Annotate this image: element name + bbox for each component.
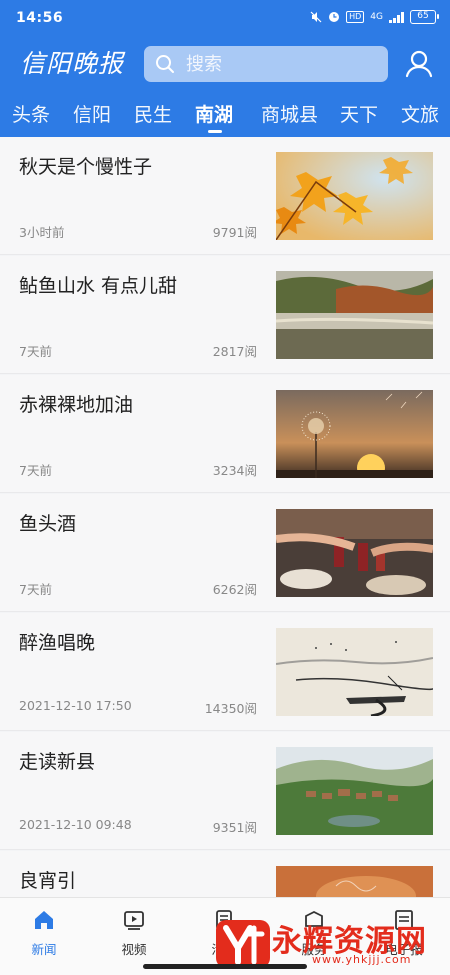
article-time: 2021-12-10 17:50: [19, 698, 132, 713]
dandelion-image: [276, 390, 433, 478]
status-icons: HD 4G 65: [310, 10, 439, 24]
article-reads: 3234阅: [212, 463, 257, 478]
article-title: 良宵引: [19, 870, 77, 892]
tab-wenlv[interactable]: 文旅: [401, 100, 439, 127]
article-title: 醉渔唱晚: [19, 632, 96, 654]
header-bar: 14:56 HD 4G 65 信阳晚报 头条 信阳 民生 南湖 商城县 天下 文…: [0, 0, 450, 137]
active-tab-indicator: [208, 130, 222, 133]
network-label: 4G: [370, 11, 383, 22]
clock-icon: [329, 12, 340, 22]
list-item[interactable]: 鲇鱼山水 有点儿甜 7天前 2817阅: [0, 256, 450, 374]
article-reads: 2817阅: [212, 344, 257, 359]
lake-image: [276, 271, 433, 359]
toast-image: [276, 509, 433, 597]
article-thumbnail: [276, 390, 433, 478]
search-icon: [156, 55, 174, 73]
app-logo[interactable]: 信阳晚报: [20, 47, 124, 81]
tab-nanhu[interactable]: 南湖: [195, 100, 233, 127]
watermark-url: www.yhkjjj.com: [312, 953, 412, 966]
list-item[interactable]: 秋天是个慢性子 3小时前 9791阅: [0, 137, 450, 255]
list-item[interactable]: 走读新县 2021-12-10 09:48 9351阅: [0, 732, 450, 850]
mute-icon: [310, 11, 322, 23]
article-time: 3小时前: [19, 225, 65, 240]
status-time: 14:56: [16, 10, 64, 26]
article-reads: 9791阅: [212, 225, 257, 240]
home-icon: [35, 911, 53, 929]
list-item[interactable]: 良宵引: [0, 851, 450, 897]
search-input[interactable]: [186, 53, 366, 75]
article-thumbnail: [276, 747, 433, 835]
article-title: 赤裸裸地加油: [19, 394, 134, 416]
category-tabs: 头条 信阳 民生 南湖 商城县 天下 文旅: [0, 92, 450, 137]
tab-xinyang[interactable]: 信阳: [73, 100, 111, 127]
search-box[interactable]: [144, 46, 388, 82]
ink-painting-image: [276, 628, 433, 716]
battery-icon: 65: [410, 10, 439, 24]
article-thumbnail: [276, 509, 433, 597]
article-title: 鲇鱼山水 有点儿甜: [19, 275, 178, 297]
hd-badge: HD: [346, 11, 365, 23]
article-time: 7天前: [19, 582, 52, 597]
article-thumbnail: [276, 271, 433, 359]
signal-icon: [389, 11, 404, 23]
list-item[interactable]: 鱼头酒 7天前 6262阅: [0, 494, 450, 612]
nav-news[interactable]: 新闻: [9, 908, 79, 958]
tab-tianxia[interactable]: 天下: [340, 100, 378, 127]
video-icon: [124, 911, 144, 930]
tab-minsheng[interactable]: 民生: [134, 100, 172, 127]
user-icon[interactable]: [404, 48, 434, 78]
article-time: 7天前: [19, 344, 52, 359]
village-image: [276, 747, 433, 835]
article-title: 走读新县: [19, 751, 96, 773]
autumn-leaves-image: [276, 152, 433, 240]
list-item[interactable]: 醉渔唱晚 2021-12-10 17:50 14350阅: [0, 613, 450, 731]
tab-toutiao[interactable]: 头条: [12, 100, 50, 127]
tab-shangcheng[interactable]: 商城县: [261, 100, 318, 127]
status-bar: 14:56 HD 4G 65: [0, 0, 450, 38]
article-title: 鱼头酒: [19, 513, 77, 535]
nav-label: 新闻: [31, 942, 57, 957]
nav-label: 视频: [121, 942, 147, 957]
article-thumbnail: [276, 866, 433, 897]
article-thumbnail: [276, 152, 433, 240]
list-item[interactable]: 赤裸裸地加油 7天前 3234阅: [0, 375, 450, 493]
article-thumbnail: [276, 628, 433, 716]
article-title: 秋天是个慢性子: [19, 156, 153, 178]
article-reads: 9351阅: [212, 820, 257, 835]
article-time: 7天前: [19, 463, 52, 478]
nav-video[interactable]: 视频: [99, 908, 169, 958]
food-image: [276, 866, 433, 897]
home-indicator[interactable]: [143, 964, 307, 969]
article-list: 秋天是个慢性子 3小时前 9791阅 鲇鱼山水 有点儿甜 7天前 2817阅 赤…: [0, 137, 450, 897]
article-reads: 14350阅: [204, 701, 257, 716]
article-reads: 6262阅: [212, 582, 257, 597]
article-time: 2021-12-10 09:48: [19, 817, 132, 832]
